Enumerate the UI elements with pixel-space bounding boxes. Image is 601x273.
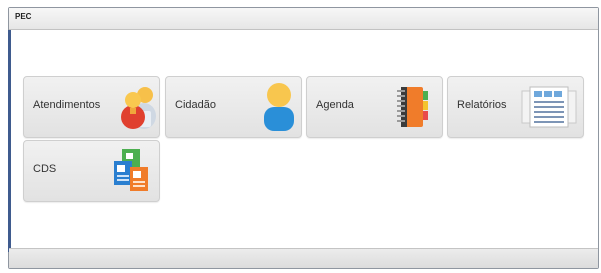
reports-icon (521, 86, 577, 128)
tile-cds[interactable]: CDS (23, 140, 160, 202)
left-accent-bar (8, 30, 11, 252)
window-title: PEC (15, 12, 32, 21)
title-bar: PEC (9, 8, 598, 30)
users-icon (121, 87, 156, 129)
agenda-book-icon (397, 87, 428, 127)
tile-cidadao[interactable]: Cidadão (165, 76, 302, 138)
tile-label: Relatórios (457, 99, 507, 111)
tile-atendimentos[interactable]: Atendimentos (23, 76, 160, 138)
tile-label: Cidadão (175, 99, 216, 111)
tile-label: Agenda (316, 99, 354, 111)
tile-label: Atendimentos (33, 99, 101, 111)
status-bar (9, 248, 598, 268)
tile-label: CDS (33, 163, 57, 175)
cds-forms-icon (114, 149, 148, 191)
app-window: PEC Atendimentos Cidadão Agenda Relatóri… (8, 7, 599, 269)
tile-relatorios[interactable]: Relatórios (447, 76, 584, 138)
person-icon (264, 83, 294, 131)
tile-agenda[interactable]: Agenda (306, 76, 443, 138)
